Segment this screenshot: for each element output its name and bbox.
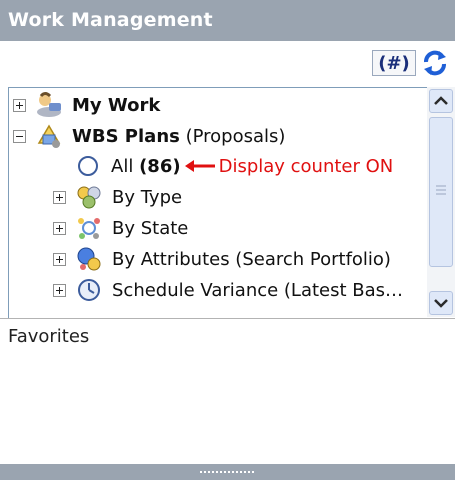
by-attributes-icon xyxy=(77,247,101,271)
chevron-down-icon xyxy=(434,299,448,308)
expand-icon[interactable] xyxy=(53,190,66,204)
tree-item-label: Schedule Variance (Latest Bas… xyxy=(112,279,404,301)
grip-lines-icon xyxy=(436,185,446,195)
scroll-up-button[interactable] xyxy=(429,89,453,113)
tree-item-label: My Work xyxy=(72,94,161,116)
schedule-variance-icon xyxy=(78,279,100,301)
work-tree: My Work WBS Plans (Proposals) All (86) D xyxy=(8,87,427,318)
panel-title: Work Management xyxy=(8,9,213,31)
panel-title-bar: Work Management xyxy=(0,0,455,41)
wbs-plans-icon xyxy=(37,124,61,148)
radio-circle-icon xyxy=(78,156,98,176)
tree-item-schedule-variance[interactable]: Schedule Variance (Latest Bas… xyxy=(53,275,403,305)
counter-annotation: Display counter ON xyxy=(184,155,394,177)
by-state-icon xyxy=(78,218,100,239)
by-type-icon xyxy=(77,186,101,209)
tree-item-my-work[interactable]: My Work xyxy=(13,90,160,120)
favorites-list xyxy=(0,352,455,464)
refresh-button[interactable] xyxy=(420,48,450,78)
tree-item-suffix: (Proposals) xyxy=(185,125,286,147)
tree-item-label: By Attributes (Search Portfolio) xyxy=(112,248,391,270)
tree-item-by-type[interactable]: By Type xyxy=(53,182,182,212)
annotation-text: Display counter ON xyxy=(218,155,394,177)
my-work-icon xyxy=(37,92,61,117)
tree-item-label: WBS Plans xyxy=(72,125,180,147)
chevron-up-icon xyxy=(434,96,448,105)
expand-icon[interactable] xyxy=(53,221,66,235)
item-counter: (86) xyxy=(139,155,181,177)
favorites-title: Favorites xyxy=(8,326,90,347)
favorites-header[interactable]: Favorites xyxy=(0,318,455,354)
collapse-icon[interactable] xyxy=(13,129,26,143)
expand-icon[interactable] xyxy=(53,252,66,266)
expand-icon[interactable] xyxy=(53,283,66,297)
scroll-down-button[interactable] xyxy=(429,291,453,315)
tree-item-all[interactable]: All (86) Display counter ON xyxy=(73,151,393,181)
panel-resize-bar[interactable] xyxy=(0,464,455,480)
scroll-thumb[interactable] xyxy=(429,117,453,267)
tree-item-label: By State xyxy=(112,217,189,239)
tree-item-by-state[interactable]: By State xyxy=(53,213,188,243)
expand-icon[interactable] xyxy=(13,98,26,112)
tree-item-label: All xyxy=(111,155,134,177)
refresh-icon xyxy=(424,50,446,76)
tree-item-by-attributes[interactable]: By Attributes (Search Portfolio) xyxy=(53,244,391,274)
tree-scrollbar[interactable] xyxy=(427,87,455,317)
display-counter-button[interactable]: (#) xyxy=(372,50,416,76)
tree-item-wbs-plans[interactable]: WBS Plans (Proposals) xyxy=(13,121,285,151)
red-arrow-icon xyxy=(184,160,215,172)
tree-item-label: By Type xyxy=(112,186,183,208)
resize-grip-icon[interactable] xyxy=(200,471,256,473)
